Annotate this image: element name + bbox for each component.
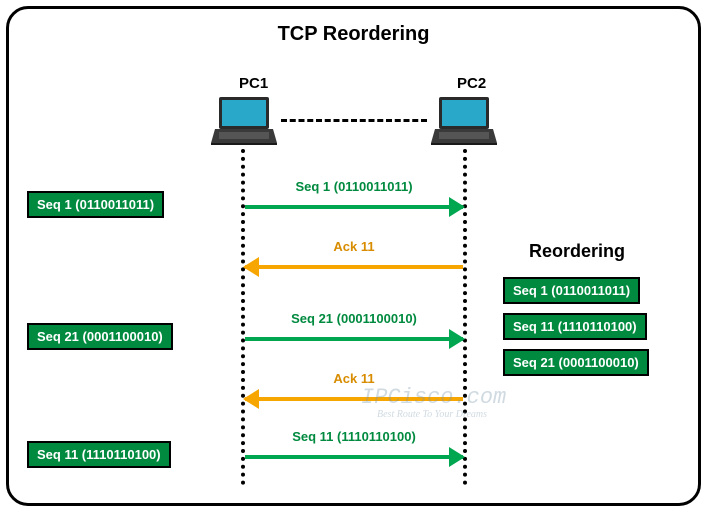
pc1-label: PC1 — [239, 75, 268, 92]
watermark: IPCisco.com — [361, 385, 506, 410]
left-seq-box-1: Seq 1 (0110011011) — [27, 191, 164, 218]
arrow-ack1: Ack 11 — [245, 257, 463, 277]
pc2-label: PC2 — [457, 75, 486, 92]
arrow-seq1-label: Seq 1 (0110011011) — [295, 179, 412, 194]
diagram-frame: TCP Reordering PC1 PC2 Seq 1 (0110011011… — [6, 6, 701, 506]
arrow-seq1: Seq 1 (0110011011) — [245, 197, 463, 217]
arrow-ack2-label: Ack 11 — [333, 371, 374, 386]
left-seq-box-11: Seq 11 (1110110100) — [27, 441, 171, 468]
arrow-seq21-label: Seq 21 (0001100010) — [291, 311, 417, 326]
reorder-box-1: Seq 1 (0110011011) — [503, 277, 640, 304]
laptop-pc1-icon — [209, 95, 279, 147]
reorder-box-11: Seq 11 (1110110100) — [503, 313, 647, 340]
arrow-ack1-label: Ack 11 — [333, 239, 374, 254]
reorder-box-21: Seq 21 (0001100010) — [503, 349, 649, 376]
connection-line — [281, 119, 427, 122]
diagram-title: TCP Reordering — [278, 23, 430, 46]
arrow-seq11: Seq 11 (1110110100) — [245, 447, 463, 467]
left-seq-box-21: Seq 21 (0001100010) — [27, 323, 173, 350]
laptop-pc2-icon — [429, 95, 499, 147]
arrow-seq21: Seq 21 (0001100010) — [245, 329, 463, 349]
arrow-seq11-label: Seq 11 (1110110100) — [292, 429, 416, 444]
reorder-title: Reordering — [529, 241, 625, 262]
watermark-sub: Best Route To Your Dreams — [377, 409, 487, 420]
